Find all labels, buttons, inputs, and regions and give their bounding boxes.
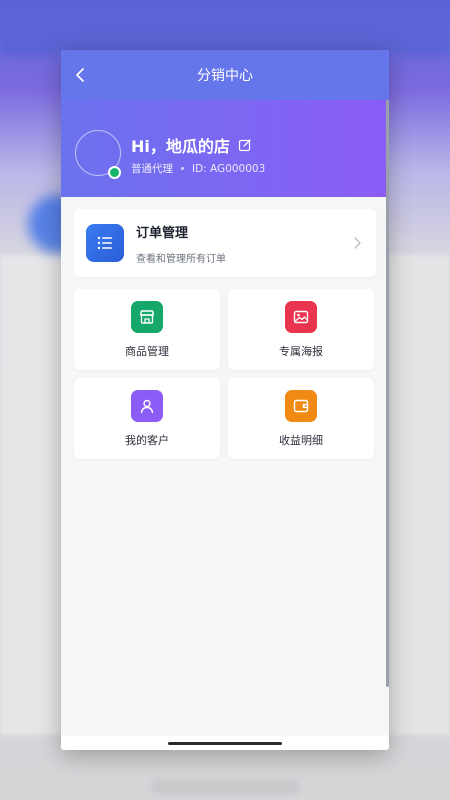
tile-product-management[interactable]: 商品管理 (74, 289, 220, 370)
edit-icon[interactable] (238, 138, 252, 152)
image-icon (285, 300, 317, 333)
order-card-desc: 查看和管理所有订单 (136, 253, 226, 265)
profile-header: Hi，地瓜的店 普通代理 ID: AG000003 (61, 100, 389, 197)
tile-earnings[interactable]: 收益明细 (228, 378, 374, 459)
background-panel-right (388, 255, 450, 735)
main-content: 订单管理 查看和管理所有订单 商品管理 专属海报 我的客户 收益明细 (61, 197, 389, 459)
order-card-text: 订单管理 查看和管理所有订单 (136, 222, 226, 265)
user-icon (131, 389, 163, 422)
background-bar (150, 780, 300, 794)
tile-my-customers[interactable]: 我的客户 (74, 378, 220, 459)
profile-meta: 普通代理 ID: AG000003 (131, 161, 265, 176)
tile-label: 我的客户 (125, 433, 169, 447)
wallet-icon (285, 389, 317, 422)
background-panel-left (0, 255, 62, 735)
scrollbar[interactable] (386, 100, 389, 687)
tile-poster[interactable]: 专属海报 (228, 289, 374, 370)
store-icon (131, 300, 163, 333)
profile-name: Hi，地瓜的店 (131, 133, 252, 157)
list-icon (86, 224, 124, 262)
chevron-right-icon (354, 237, 361, 249)
nav-bar: 分销中心 (61, 50, 389, 100)
agent-role: 普通代理 (131, 163, 173, 175)
page-title: 分销中心 (197, 68, 253, 84)
online-status-dot (108, 166, 121, 179)
separator-dot (181, 167, 184, 170)
home-indicator[interactable] (168, 742, 282, 745)
shop-name: Hi，地瓜的店 (131, 137, 230, 156)
background-header (0, 0, 450, 55)
tile-label: 收益明细 (279, 433, 323, 447)
agent-id: ID: AG000003 (192, 162, 266, 175)
tile-label: 商品管理 (125, 344, 169, 358)
order-card-title: 订单管理 (136, 225, 189, 241)
feature-grid: 商品管理 专属海报 我的客户 收益明细 (74, 289, 376, 459)
back-arrow-icon[interactable] (71, 65, 91, 85)
app-window: 分销中心 Hi，地瓜的店 普通代理 ID: AG000003 订单管理 查看和管… (61, 50, 389, 750)
order-management-card[interactable]: 订单管理 查看和管理所有订单 (74, 209, 376, 277)
tile-label: 专属海报 (279, 344, 323, 358)
